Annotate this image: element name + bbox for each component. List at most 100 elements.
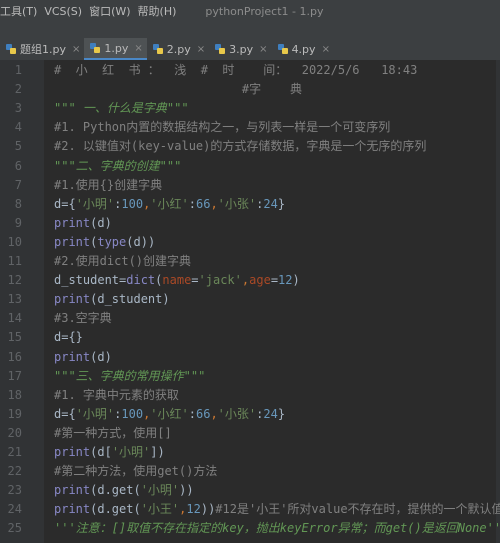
menu-item-2[interactable]: 窗口(W): [89, 3, 137, 19]
line-number: 16: [7, 349, 22, 364]
code-text[interactable]: #2.使用dict()创建字典: [54, 252, 191, 271]
window-title: pythonProject1 - 1.py: [205, 4, 324, 18]
line-number: 21: [7, 445, 22, 459]
code-text[interactable]: #1. Python内置的数据结构之一，与列表一样是一个可变序列: [54, 118, 390, 137]
code-token: '小张': [217, 196, 257, 211]
code-text[interactable]: """二、字典的创建""": [54, 157, 181, 176]
code-text[interactable]: # 小 红 书 ： 浅 # 时 间： 2022/5/6 18:43: [54, 61, 417, 80]
line-number: 23: [7, 483, 22, 498]
code-line: 21 print(d['小明']): [0, 443, 500, 462]
close-icon[interactable]: ×: [72, 44, 80, 55]
code-token: #2.使用dict()创建字典: [54, 254, 192, 268]
code-token: print: [54, 292, 91, 307]
menu-bar: 工具(T) VCS(S) 窗口(W) 帮助(H) pythonProject1 - 1.…: [0, 0, 500, 22]
code-token: '小明': [111, 445, 151, 459]
code-line: 7 #1.使用{}创建字典: [0, 176, 500, 195]
tab-label: 3.py: [229, 42, 254, 56]
code-token: 66: [195, 406, 211, 421]
menu-item-0[interactable]: 工具(T): [0, 3, 44, 19]
python-file-icon: [215, 44, 226, 54]
code-text[interactable]: #字 典: [54, 80, 302, 99]
code-token: =: [270, 273, 279, 288]
code-text[interactable]: print(d['小明']): [54, 443, 165, 462]
line-number: 7: [14, 177, 22, 192]
code-text[interactable]: d={}: [54, 328, 83, 347]
code-token: :: [188, 196, 196, 211]
code-text[interactable]: print(d_student): [54, 290, 170, 309]
line-number: 8: [14, 196, 22, 211]
line-number: 19: [7, 406, 22, 421]
code-line: 6 """二、字典的创建""": [0, 157, 500, 176]
code-text[interactable]: '''注意：[]取值不存在指定的key，抛出keyError异常；而get()是…: [54, 519, 500, 538]
code-token: )): [200, 502, 216, 517]
python-file-icon: [152, 44, 163, 54]
code-text[interactable]: #第一种方式，使用[]: [54, 424, 172, 443]
code-line: 17 """三、字典的常用操作""": [0, 367, 500, 386]
code-token: '''注意：[]取值不存在指定的key，抛出keyError异常；而get()是…: [54, 521, 500, 536]
tab-label: 题组1.py: [20, 43, 66, 56]
code-token: #1. Python内置的数据结构之一，与列表一样是一个可变序列: [54, 120, 391, 135]
close-icon[interactable]: ×: [197, 44, 205, 55]
code-line: 5 #2. 以键值对(key-value)的方式存储数据，字典是一个无序的序列: [0, 137, 500, 156]
code-text[interactable]: print(type(d)): [54, 233, 155, 252]
code-text[interactable]: #3.空字典: [54, 309, 112, 328]
line-number: 6: [14, 158, 22, 173]
code-token: '小明': [140, 483, 180, 498]
close-icon[interactable]: ×: [259, 44, 267, 55]
code-text[interactable]: #1. 字典中元素的获取: [54, 386, 179, 405]
close-icon[interactable]: ×: [134, 43, 142, 54]
code-line: 18 #1. 字典中元素的获取: [0, 386, 500, 405]
code-token: # 小 红 书 ： 浅 # 时 间： 2022/5/6 18:43: [54, 63, 418, 77]
code-token: #12是'小王'所对value不存在时，提供的一个默认值: [215, 502, 500, 517]
code-token: """ 一、什么是字典""": [54, 101, 189, 116]
line-number: 14: [7, 311, 22, 326]
python-file-icon: [277, 44, 288, 54]
editor-tab-bar: 题组1.py × 1.py × 2.py × 3.py × 4.py ×: [0, 38, 500, 61]
code-token: 100: [121, 406, 144, 421]
code-line: 22 #第二种方法，使用get()方法: [0, 462, 500, 481]
menu-item-1[interactable]: VCS(S): [44, 5, 89, 18]
code-line: 16 print(d): [0, 348, 500, 367]
code-token: =: [191, 273, 199, 288]
code-text[interactable]: print(d): [54, 214, 112, 233]
code-text[interactable]: """ 一、什么是字典""": [54, 99, 189, 118]
tab-label: 2.py: [166, 42, 191, 56]
line-number: 1: [14, 63, 22, 77]
line-number: 18: [7, 387, 22, 402]
code-text[interactable]: print(d.get('小明')): [54, 481, 194, 500]
tab-2[interactable]: 2.py ×: [147, 38, 209, 60]
code-text[interactable]: d_student=dict(name='jack',age=12): [54, 271, 300, 290]
code-token: 'jack': [198, 273, 242, 288]
code-text[interactable]: #2. 以键值对(key-value)的方式存储数据，字典是一个无序的序列: [54, 137, 426, 156]
code-text[interactable]: print(d.get('小王',12))#12是'小王'所对value不存在时…: [54, 500, 500, 519]
tab-1[interactable]: 1.py ×: [84, 38, 147, 60]
code-token: 100: [121, 196, 144, 211]
code-token: print: [54, 483, 91, 498]
code-token: ]): [150, 445, 165, 459]
close-icon[interactable]: ×: [322, 44, 330, 55]
code-token: '小红': [150, 406, 189, 421]
line-number: 20: [7, 425, 22, 440]
code-text[interactable]: """三、字典的常用操作""": [54, 367, 205, 386]
code-token: #第一种方式，使用[]: [54, 425, 172, 440]
code-line: 15 d={}: [0, 328, 500, 347]
code-text[interactable]: #1.使用{}创建字典: [54, 176, 162, 195]
code-token: :: [188, 406, 196, 421]
tab-4[interactable]: 4.py ×: [272, 38, 334, 60]
code-text[interactable]: d={'小明':100,'小红':66,'小张':24}: [54, 405, 285, 424]
code-text[interactable]: print(d): [54, 348, 112, 367]
line-number: 3: [14, 101, 22, 116]
code-text[interactable]: #第二种方法，使用get()方法: [54, 462, 217, 481]
menu-item-3[interactable]: 帮助(H): [138, 3, 184, 19]
line-number: 15: [7, 330, 22, 345]
code-token: '小明': [75, 196, 115, 211]
code-token: ,: [210, 406, 218, 421]
code-line: 11 #2.使用dict()创建字典: [0, 252, 500, 271]
code-token: '小红': [150, 196, 189, 211]
code-token: 24: [263, 406, 278, 421]
python-file-icon: [6, 44, 16, 54]
tab-0[interactable]: 题组1.py ×: [0, 38, 84, 60]
line-number: 4: [14, 120, 22, 135]
tab-3[interactable]: 3.py ×: [209, 38, 271, 60]
code-text[interactable]: d={'小明':100,'小红':66,'小张':24}: [54, 195, 285, 214]
